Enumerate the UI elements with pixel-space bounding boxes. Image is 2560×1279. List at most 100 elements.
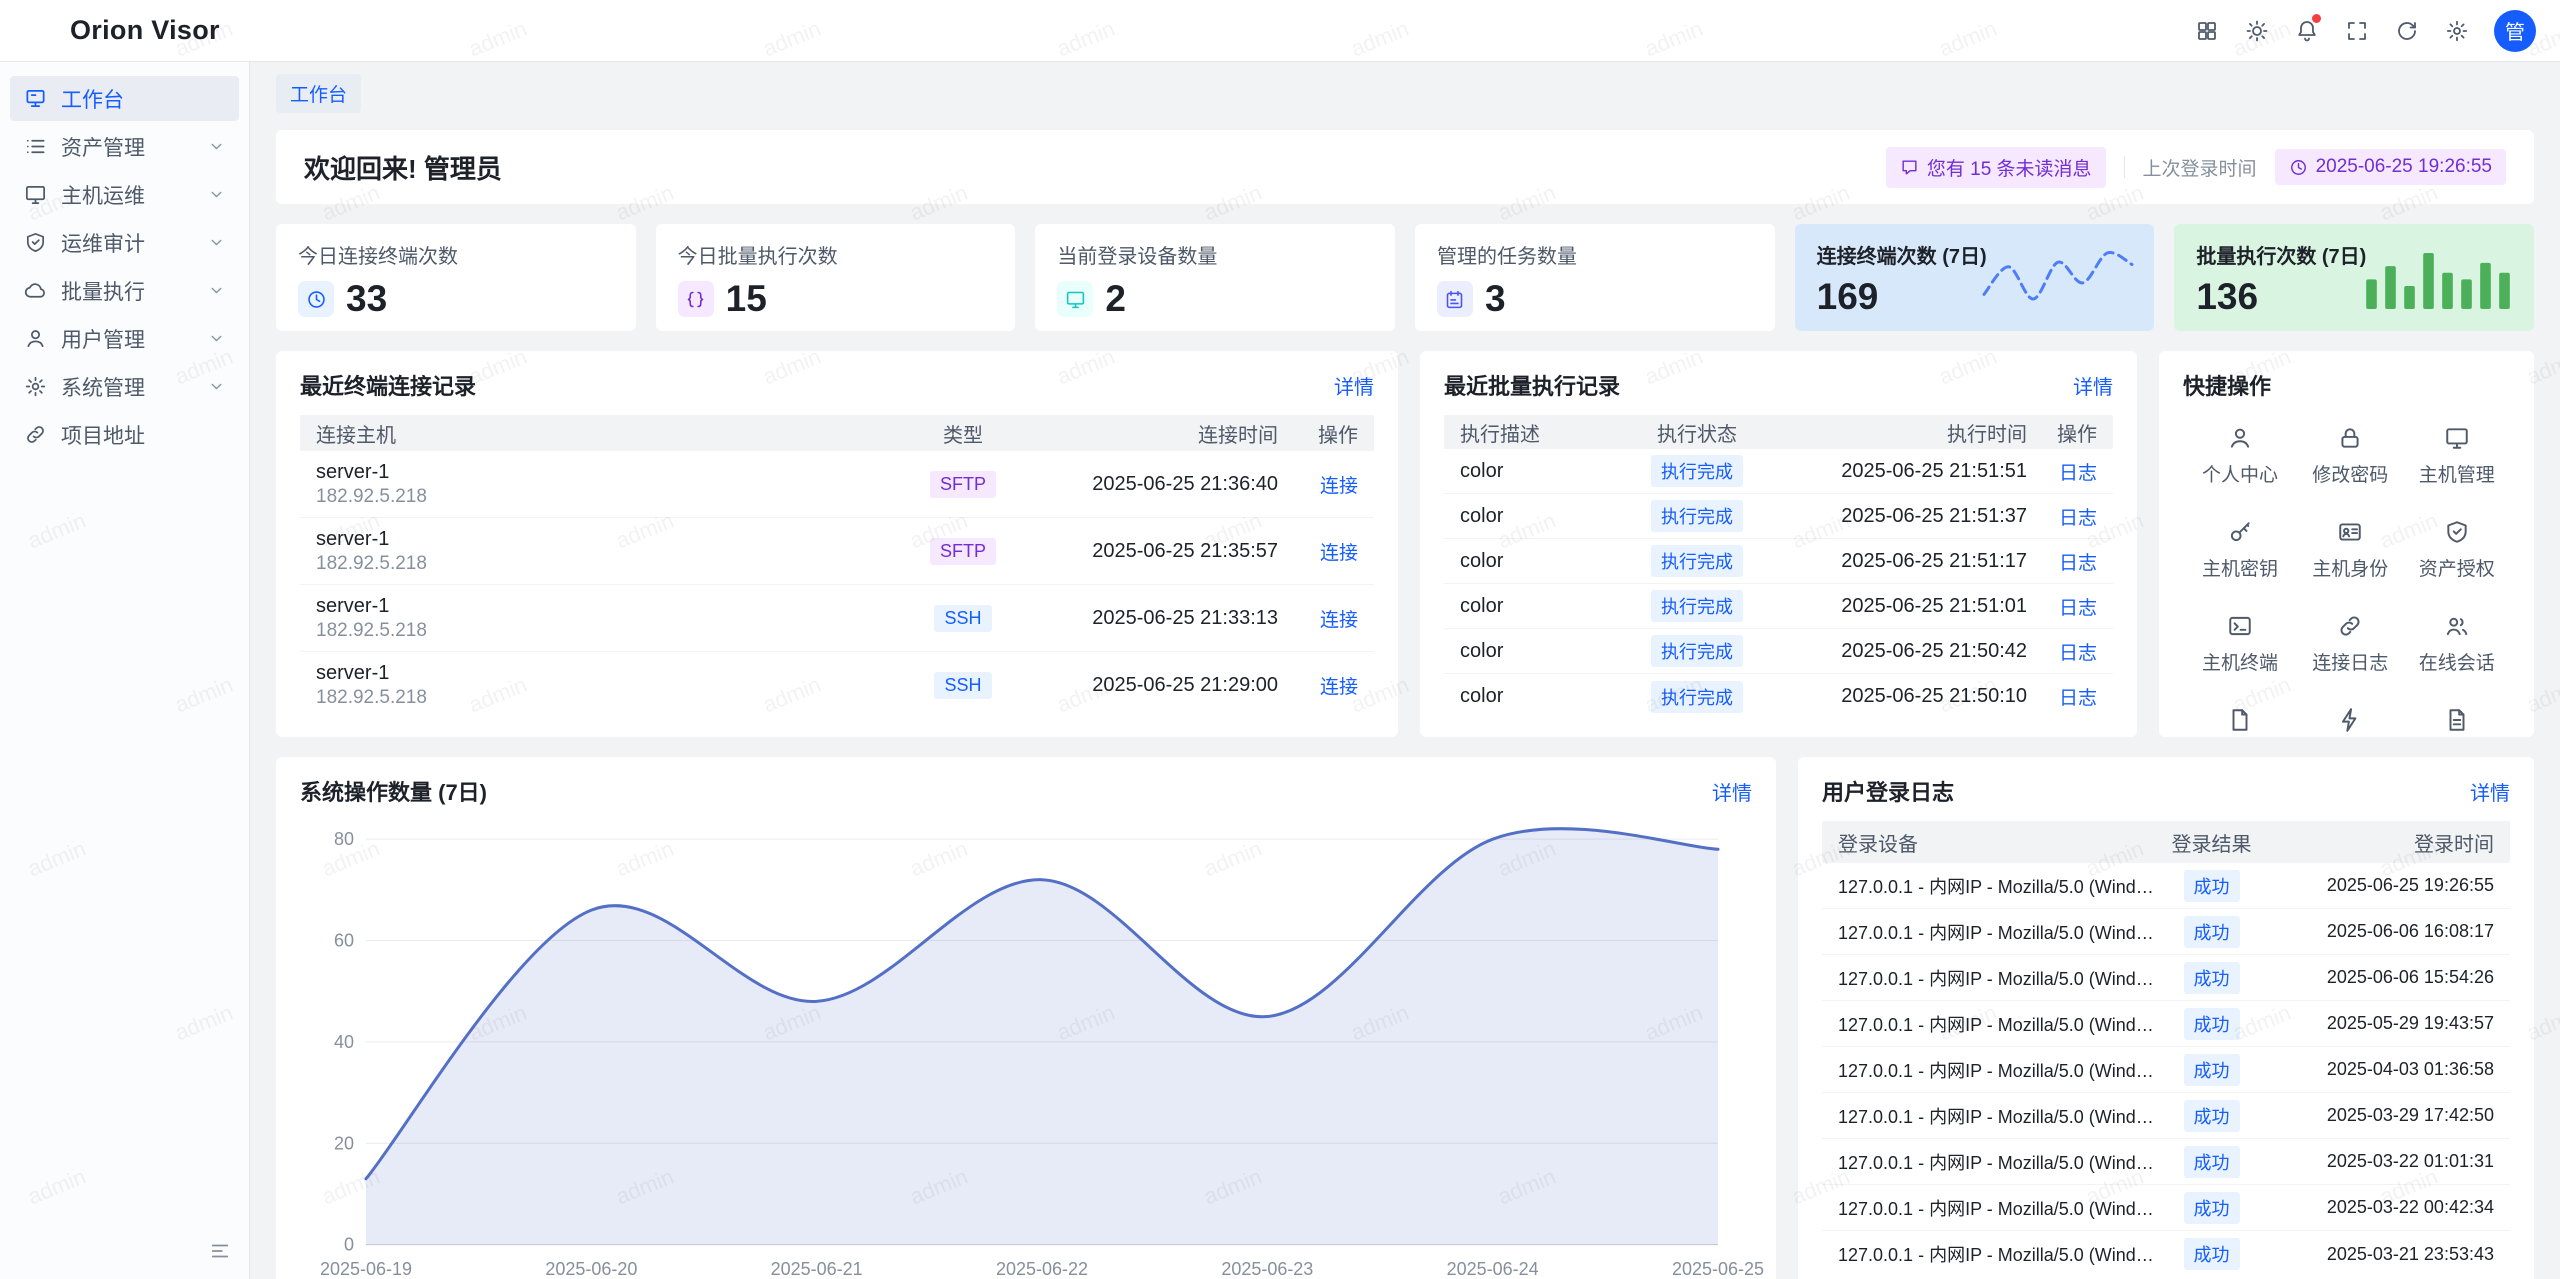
connections-detail-link[interactable]: 详情 [1334,371,1374,400]
table-row: 127.0.0.1 - 内网IP - Mozilla/5.0 (Windows … [1822,1185,2510,1231]
quick-action[interactable]: 个人中心 [2183,425,2297,487]
login-device: 127.0.0.1 - 内网IP - Mozilla/5.0 (Windows … [1838,1057,2154,1083]
quick-action[interactable]: 修改密码 [2297,425,2403,487]
login-time: 2025-05-29 19:43:57 [2269,1013,2494,1034]
notifications-bell-icon[interactable] [2286,10,2328,52]
stat-value: 15 [726,279,767,320]
exec-description: color [1460,595,1617,618]
sidebar-item-label: 运维审计 [61,228,194,258]
log-link[interactable]: 日志 [2059,643,2097,664]
welcome-title: 欢迎回来! 管理员 [304,149,502,186]
log-link[interactable]: 日志 [2059,688,2097,709]
connect-link[interactable]: 连接 [1320,476,1358,497]
settings-gear-icon[interactable] [2436,10,2478,52]
table-row: color 执行完成 2025-06-25 21:51:51 日志 [1444,449,2113,494]
table-row: 127.0.0.1 - 内网IP - Mozilla/5.0 (Windows … [1822,1047,2510,1093]
login-time: 2025-03-22 01:01:31 [2269,1151,2494,1172]
connect-link[interactable]: 连接 [1320,543,1358,564]
quick-action[interactable]: 连接日志 [2297,613,2403,675]
login-device: 127.0.0.1 - 内网IP - Mozilla/5.0 (Windows … [1838,1195,2154,1221]
sidebar-item[interactable]: 用户管理 [10,316,239,361]
sidebar-item[interactable]: 资产管理 [10,124,239,169]
quick-action[interactable]: 文件操作日志 [2183,707,2297,737]
quick-action[interactable]: 在线会话 [2404,613,2511,675]
quick-action[interactable]: 主机身份 [2297,519,2403,581]
login-result-badge: 成功 [2184,962,2240,994]
breadcrumb-workbench[interactable]: 工作台 [276,74,361,113]
stat-icon [298,281,334,317]
login-time: 2025-04-03 01:36:58 [2269,1059,2494,1080]
exec-time: 2025-06-25 21:51:51 [1777,460,2027,483]
connect-link[interactable]: 连接 [1320,610,1358,631]
sidebar-item[interactable]: 运维审计 [10,220,239,265]
svg-text:80: 80 [334,829,354,849]
quick-action-icon [2337,707,2363,733]
apps-icon[interactable] [2186,10,2228,52]
stat-card: 当前登录设备数量 2 [1035,224,1395,331]
fullscreen-icon[interactable] [2336,10,2378,52]
panel-title: 系统操作数量 (7日) [300,775,487,807]
table-row: 127.0.0.1 - 内网IP - Mozilla/5.0 (Windows … [1822,1139,2510,1185]
sidebar-item[interactable]: 批量执行 [10,268,239,313]
table-row: 127.0.0.1 - 内网IP - Mozilla/5.0 (Windows … [1822,1093,2510,1139]
exec-time: 2025-06-25 21:50:42 [1777,640,2027,663]
log-link[interactable]: 日志 [2059,598,2097,619]
refresh-icon[interactable] [2386,10,2428,52]
sidebar-item[interactable]: 项目地址 [10,412,239,457]
login-device: 127.0.0.1 - 内网IP - Mozilla/5.0 (Windows … [1838,965,2154,991]
user-avatar[interactable]: 管 [2494,10,2536,52]
quick-action[interactable]: 资产授权 [2404,519,2511,581]
notification-dot [2312,14,2321,23]
welcome-banner: 欢迎回来! 管理员 您有 15 条未读消息 上次登录时间 2025-06-25 … [276,130,2534,204]
last-login-time-chip: 2025-06-25 19:26:55 [2275,149,2506,185]
sidebar-item[interactable]: 工作台 [10,76,239,121]
stat-value: 3 [1485,279,1506,320]
sidebar-item[interactable]: 主机运维 [10,172,239,217]
log-link[interactable]: 日志 [2059,463,2097,484]
svg-text:2025-06-22: 2025-06-22 [996,1259,1088,1279]
sidebar-item-label: 批量执行 [61,276,194,306]
log-link[interactable]: 日志 [2059,553,2097,574]
login-result-badge: 成功 [2184,1100,2240,1132]
quick-action[interactable]: 主机密钥 [2183,519,2297,581]
breadcrumb: 工作台 [276,76,2534,110]
table-row: 127.0.0.1 - 内网IP - Mozilla/5.0 (Windows … [1822,955,2510,1001]
quick-action-icon [2227,425,2253,451]
executions-detail-link[interactable]: 详情 [2073,371,2113,400]
host-cell: server-1 182.92.5.218 [316,662,908,709]
quick-action[interactable]: 主机终端 [2183,613,2297,675]
sidebar-item-icon [24,279,47,302]
quick-action-label: 在线会话 [2419,648,2495,675]
system-ops-detail-link[interactable]: 详情 [1712,777,1752,806]
sidebar-item-icon [24,135,47,158]
login-result-badge: 成功 [2184,1238,2240,1270]
quick-action[interactable]: 主机管理 [2404,425,2511,487]
login-result-badge: 成功 [2184,1054,2240,1086]
table-header: 执行描述 执行状态 执行时间 操作 [1444,415,2113,449]
login-device: 127.0.0.1 - 内网IP - Mozilla/5.0 (Windows … [1838,873,2154,899]
quick-action-icon [2227,613,2253,639]
log-link[interactable]: 日志 [2059,508,2097,529]
connect-link[interactable]: 连接 [1320,677,1358,698]
quick-action[interactable]: 命令执行 [2297,707,2403,737]
login-logs-detail-link[interactable]: 详情 [2470,777,2510,806]
sidebar-collapse-icon[interactable] [203,1235,237,1269]
sidebar-item-icon [24,87,47,110]
terminal-7d-sparkline [1978,243,2138,313]
quick-action[interactable]: 执行日志 [2404,707,2511,737]
connection-time: 2025-06-25 21:35:57 [1018,540,1278,563]
recent-executions-panel: 最近批量执行记录 详情 执行描述 执行状态 执行时间 操作 color [1420,351,2137,737]
chevron-down-icon [208,330,225,347]
login-device: 127.0.0.1 - 内网IP - Mozilla/5.0 (Windows … [1838,1149,2154,1175]
sidebar-item-icon [24,183,47,206]
theme-icon[interactable] [2236,10,2278,52]
sidebar: 工作台 资产管理 主机运维 [0,62,250,1279]
quick-action-label: 资产授权 [2419,554,2495,581]
sidebar-item[interactable]: 系统管理 [10,364,239,409]
exec-status-badge: 执行完成 [1651,681,1743,713]
unread-messages-chip[interactable]: 您有 15 条未读消息 [1886,147,2106,188]
svg-text:20: 20 [334,1133,354,1153]
protocol-badge: SFTP [930,471,996,498]
login-time: 2025-06-25 19:26:55 [2269,875,2494,896]
welcome-right: 您有 15 条未读消息 上次登录时间 2025-06-25 19:26:55 [1886,147,2506,188]
